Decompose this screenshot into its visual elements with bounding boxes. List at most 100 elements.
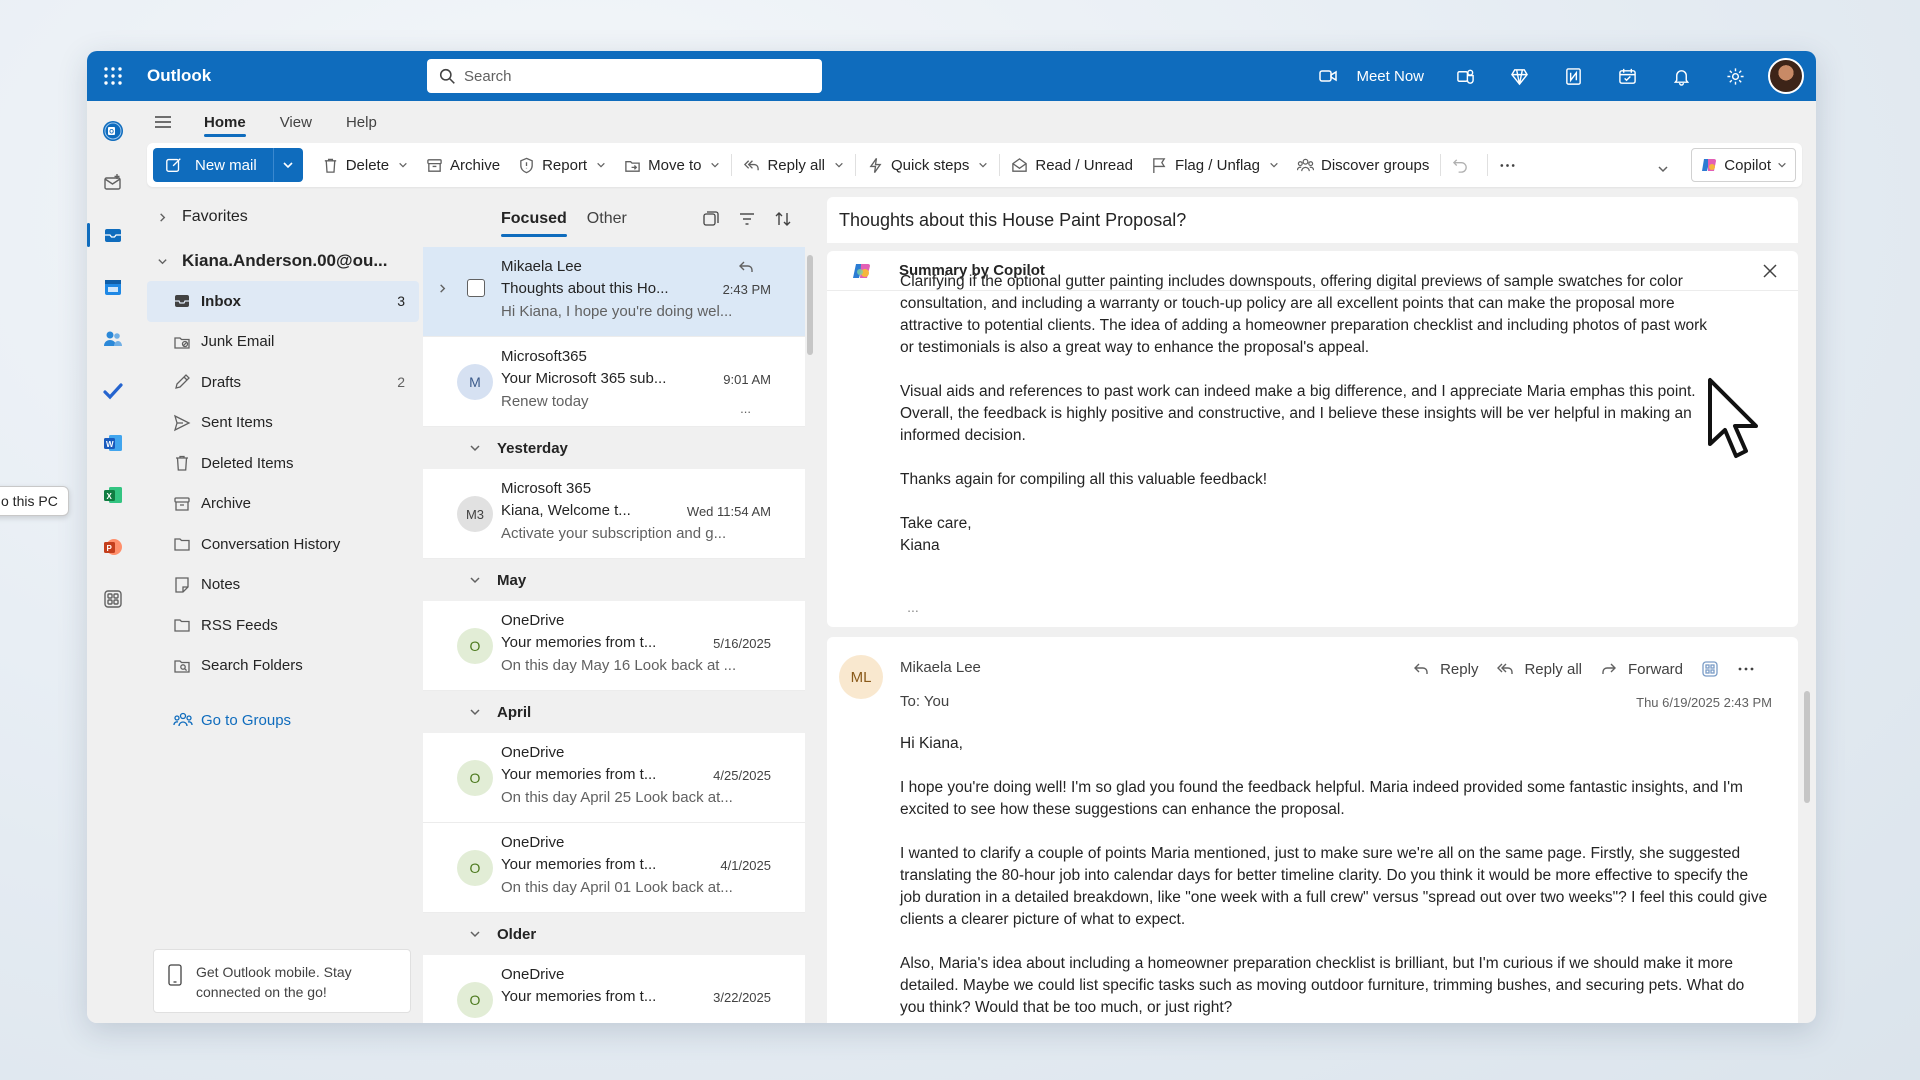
favorites-header[interactable]: Favorites <box>147 197 419 237</box>
delete-button[interactable]: Delete <box>313 148 417 182</box>
shield-icon <box>520 157 533 173</box>
meet-now-button[interactable]: Meet Now <box>1308 66 1438 86</box>
more-options-button[interactable] <box>1490 148 1532 182</box>
notifications-bell-icon[interactable] <box>1654 51 1708 101</box>
teams-icon[interactable] <box>1438 51 1492 101</box>
sender-name[interactable]: Mikaela Lee <box>900 659 981 676</box>
my-day-icon[interactable] <box>1600 51 1654 101</box>
group-header-older[interactable]: Older <box>423 913 805 955</box>
discover-groups-button[interactable]: Discover groups <box>1288 148 1438 182</box>
list-item[interactable]: O OneDrive Your memories from t... 4/1/2… <box>423 823 805 913</box>
todo-rail-icon[interactable] <box>87 365 139 417</box>
folder-deleted-items[interactable]: Deleted Items <box>147 443 419 484</box>
app-title[interactable]: Outlook <box>147 66 427 86</box>
body-paragraph: Hi Kiana, <box>900 735 963 752</box>
sender-avatar[interactable]: ML <box>839 655 883 699</box>
mobile-promo-banner[interactable]: Get Outlook mobile. Stay connected on th… <box>153 949 411 1013</box>
new-mail-rail-icon[interactable] <box>87 157 139 209</box>
sender: Microsoft 365 <box>501 480 592 497</box>
folder-notes[interactable]: Notes <box>147 565 419 606</box>
new-mail-button[interactable]: New mail <box>153 148 273 182</box>
copilot-button[interactable]: Copilot <box>1691 148 1796 182</box>
user-avatar[interactable] <box>1768 58 1804 94</box>
archive-button[interactable]: Archive <box>417 148 509 182</box>
forward-button[interactable]: Forward <box>1591 653 1692 685</box>
sort-icon[interactable] <box>765 210 801 228</box>
reply-all-button[interactable]: Reply all <box>734 148 853 182</box>
settings-gear-icon[interactable] <box>1708 51 1762 101</box>
message-date: Thu 6/19/2025 2:43 PM <box>1636 695 1772 710</box>
people-rail-icon[interactable] <box>87 313 139 365</box>
folder-archive[interactable]: Archive <box>147 484 419 525</box>
list-item[interactable]: O OneDrive Your memories from t... 3/22/… <box>423 955 805 1023</box>
move-to-button[interactable]: Move to <box>615 148 729 182</box>
tab-focused[interactable]: Focused <box>501 210 567 237</box>
ribbon-expand-icon[interactable] <box>1651 163 1675 175</box>
svg-text:W: W <box>106 440 114 449</box>
archive-icon <box>427 158 442 172</box>
go-to-groups-link[interactable]: Go to Groups <box>147 700 419 740</box>
archive-icon <box>174 497 190 511</box>
search-input[interactable]: Search <box>464 68 512 85</box>
onenote-feed-icon[interactable] <box>1546 51 1600 101</box>
copilot-summary-body: Clarifying if the optional gutter painti… <box>900 273 1718 579</box>
new-mail-dropdown[interactable] <box>272 148 303 182</box>
group-header-april[interactable]: April <box>423 691 805 733</box>
search-box[interactable]: Search <box>427 59 822 93</box>
more-apps-rail-icon[interactable] <box>87 573 139 625</box>
group-header-yesterday[interactable]: Yesterday <box>423 427 805 469</box>
ribbon-divider <box>1440 154 1442 176</box>
apps-icon[interactable] <box>1692 653 1728 685</box>
calendar-rail-icon[interactable] <box>87 261 139 313</box>
folder-drafts[interactable]: Drafts 2 <box>147 362 419 403</box>
select-mode-icon[interactable] <box>693 210 729 228</box>
reply-all-button[interactable]: Reply all <box>1487 653 1591 685</box>
list-item[interactable]: O OneDrive Your memories from t... 5/16/… <box>423 601 805 691</box>
tab-view[interactable]: View <box>263 101 329 143</box>
folder-rss-feeds[interactable]: RSS Feeds <box>147 605 419 646</box>
powerpoint-rail-icon[interactable]: P <box>87 521 139 573</box>
tab-home[interactable]: Home <box>187 101 263 143</box>
chevron-down-icon <box>1270 162 1278 168</box>
quick-steps-button[interactable]: Quick steps <box>858 148 997 182</box>
list-item[interactable]: O OneDrive Your memories from t... 4/25/… <box>423 733 805 823</box>
filter-icon[interactable] <box>729 210 765 228</box>
flag-unflag-button[interactable]: Flag / Unflag <box>1142 148 1288 182</box>
meet-now-label: Meet Now <box>1356 67 1424 85</box>
undo-button[interactable] <box>1443 148 1485 182</box>
tab-other[interactable]: Other <box>587 210 627 228</box>
folder-inbox[interactable]: Inbox 3 <box>147 281 419 322</box>
account-header[interactable]: Kiana.Anderson.00@ou... <box>147 241 419 281</box>
word-rail-icon[interactable]: W <box>87 417 139 469</box>
list-item[interactable]: Mikaela Lee Thoughts about this Ho... 2:… <box>423 247 805 337</box>
outlook-app-icon[interactable]: O <box>87 105 139 157</box>
folder-sent-items[interactable]: Sent Items <box>147 403 419 444</box>
list-item[interactable]: M3 Microsoft 365 Kiana, Welcome t... Wed… <box>423 469 805 559</box>
email-subject: Thoughts about this House Paint Proposal… <box>827 197 1798 243</box>
chevron-right-icon[interactable] <box>437 281 448 298</box>
select-checkbox[interactable] <box>467 279 485 297</box>
folder-junk-email[interactable]: Junk Email <box>147 322 419 363</box>
show-more-ellipsis[interactable]: ... <box>900 600 926 617</box>
folder-conversation-history[interactable]: Conversation History <box>147 524 419 565</box>
more-actions-icon[interactable] <box>1728 653 1764 685</box>
reply-button[interactable]: Reply <box>1403 653 1487 685</box>
folder-search-folders[interactable]: Search Folders <box>147 646 419 687</box>
close-icon[interactable] <box>1762 263 1778 284</box>
delete-label: Delete <box>345 156 390 174</box>
message-list: Focused Other Mikaela Lee Thoughts about… <box>423 197 815 1023</box>
trash-icon <box>176 456 188 471</box>
app-launcher-icon[interactable] <box>87 51 139 101</box>
excel-rail-icon[interactable]: X <box>87 469 139 521</box>
message-list-scrollbar[interactable] <box>807 255 813 355</box>
hamburger-menu-icon[interactable] <box>139 112 187 132</box>
reading-pane-scrollbar[interactable] <box>1804 691 1810 803</box>
premium-diamond-icon[interactable] <box>1492 51 1546 101</box>
group-header-may[interactable]: May <box>423 559 805 601</box>
tab-help[interactable]: Help <box>329 101 394 143</box>
list-item[interactable]: M Microsoft365 Your Microsoft 365 sub...… <box>423 337 805 427</box>
report-button[interactable]: Report <box>509 148 615 182</box>
mail-rail-icon[interactable] <box>87 209 139 261</box>
read-unread-button[interactable]: Read / Unread <box>1002 148 1142 182</box>
time: 4/25/2025 <box>713 768 771 783</box>
